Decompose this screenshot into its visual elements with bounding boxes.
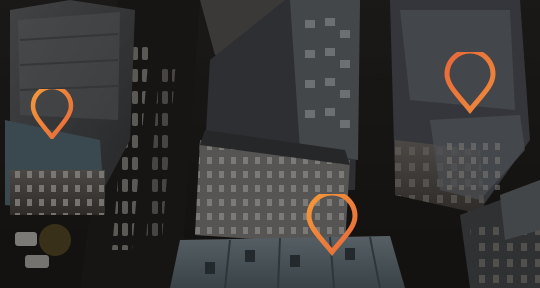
map-pin-west[interactable] — [27, 89, 77, 139]
map-pin-icon — [306, 194, 358, 256]
map-pin-northeast[interactable] — [440, 52, 500, 114]
map-pin-south[interactable] — [303, 194, 361, 256]
map-pin-icon — [30, 89, 74, 139]
aerial-map[interactable] — [0, 0, 540, 288]
map-pin-icon — [444, 52, 496, 114]
aerial-city-image — [0, 0, 540, 288]
